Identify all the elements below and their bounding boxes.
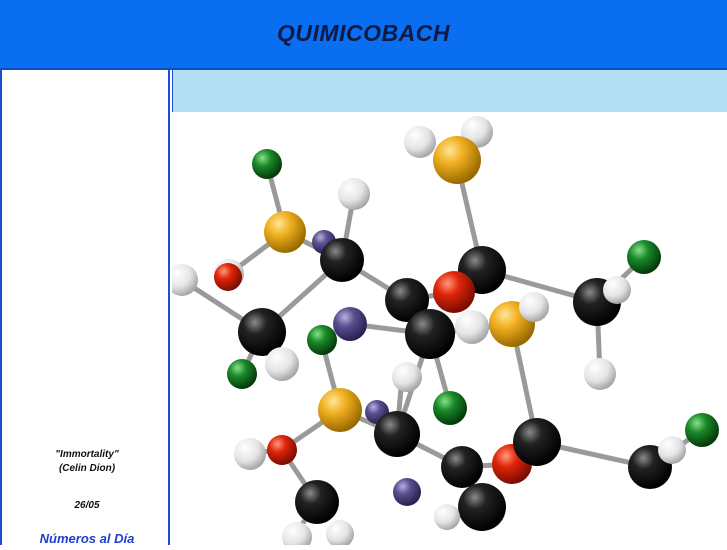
content-header-bar [172, 70, 727, 112]
molecule-model-icon [166, 116, 719, 550]
site-title: QUIMICOBACH [277, 20, 450, 46]
song-info: "Immortality" (Celin Dion) [2, 448, 172, 476]
site-header: QUIMICOBACH [0, 0, 727, 70]
numeros-link[interactable]: Números al Día [2, 531, 172, 546]
song-artist: (Celin Dion) [58, 463, 116, 474]
molecule-image [166, 112, 727, 550]
date-label: 26/05 [74, 500, 100, 511]
song-title: "Immortality" [55, 449, 119, 460]
sidebar: "Immortality" (Celin Dion) 26/05 Números… [0, 70, 172, 546]
